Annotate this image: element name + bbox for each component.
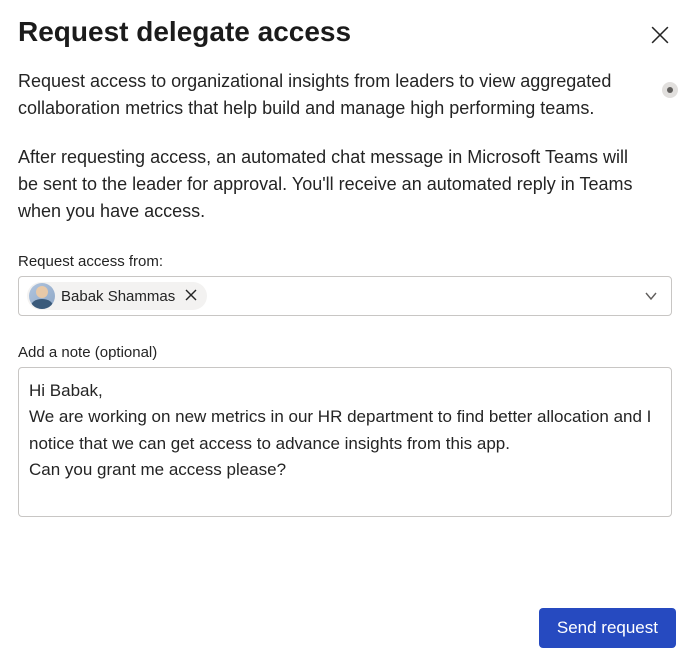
request-from-label: Request access from: [18,253,682,270]
dialog-description-p1: Request access to organizational insight… [18,68,638,122]
remove-icon [185,289,197,304]
close-icon [651,26,669,47]
request-from-picker[interactable]: Babak Shammas [18,276,672,316]
note-textarea[interactable] [18,367,672,517]
selected-person-chip: Babak Shammas [27,282,207,310]
info-indicator-icon [662,82,678,98]
send-request-button[interactable]: Send request [539,608,676,648]
chevron-down-icon [639,284,663,308]
close-button[interactable] [642,18,678,54]
remove-person-button[interactable] [181,286,201,306]
note-label: Add a note (optional) [18,344,682,361]
avatar [29,283,55,309]
dialog-description-p2: After requesting access, an automated ch… [18,144,638,225]
dialog-description: Request access to organizational insight… [18,68,638,225]
dialog-title: Request delegate access [18,14,351,50]
selected-person-name: Babak Shammas [61,288,175,305]
